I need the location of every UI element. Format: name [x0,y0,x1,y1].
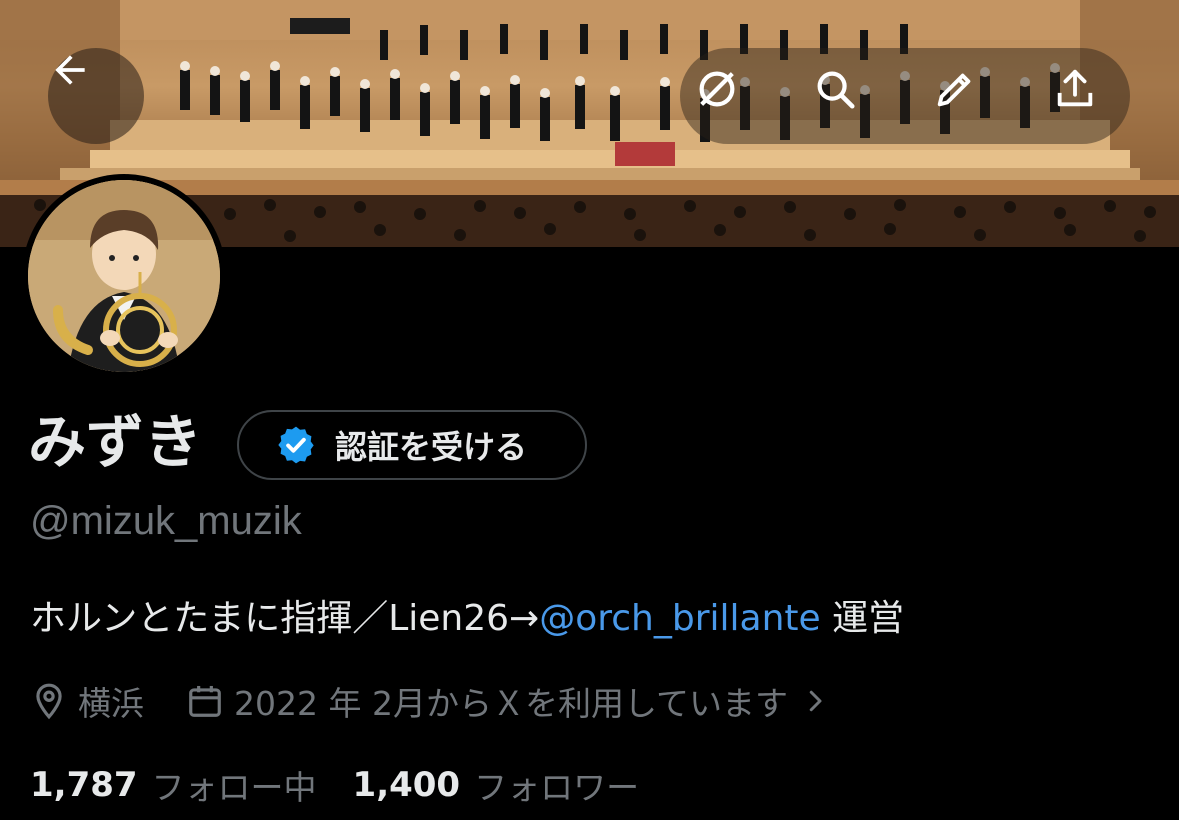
arrow-left-icon [55,55,85,85]
verified-badge-icon [278,426,314,464]
grok-button[interactable] [694,66,754,126]
profile-meta: 横浜 2022 年 2月からＸを利用しています [30,676,830,726]
profile-page: みずき 認証を受ける @mizuk_muzik ホルンとたまに指揮／Lien26… [0,0,1179,820]
location-item: 横浜 [30,677,144,725]
edit-icon [937,73,971,107]
avatar-illustration [28,180,220,372]
get-verified-button[interactable]: 認証を受ける [237,410,587,480]
follow-stats: 1,787 フォロー中 1,400 フォロワー [30,760,639,810]
search-button[interactable] [812,66,872,126]
following-stat[interactable]: 1,787 フォロー中 [30,761,317,809]
followers-label: フォロワー [474,768,640,807]
profile-bio: ホルンとたまに指揮／Lien26→@orch_brillante 運営 [30,595,904,643]
get-verified-label: 認証を受ける [335,428,528,466]
back-button[interactable] [48,48,144,144]
edit-button[interactable] [932,66,992,126]
followers-count: 1,400 [352,765,461,805]
user-handle: @mizuk_muzik [30,499,302,543]
location-text: 横浜 [78,684,144,723]
following-label: フォロー中 [151,768,317,807]
share-button[interactable] [1052,66,1112,126]
search-icon [817,71,855,109]
grok-icon [699,71,735,107]
calendar-icon [189,685,221,717]
joined-item[interactable]: 2022 年 2月からＸを利用しています [186,677,830,725]
display-name: みずき [28,408,203,476]
share-icon [1057,69,1093,107]
following-count: 1,787 [30,765,138,805]
chevron-right-icon [809,690,822,712]
joined-text: 2022 年 2月からＸを利用しています [234,684,788,723]
avatar[interactable] [28,180,220,372]
location-pin-icon [36,683,62,720]
bio-suffix: 運営 [820,598,905,639]
bio-mention-link[interactable]: @orch_brillante [539,598,820,639]
followers-stat[interactable]: 1,400 フォロワー [353,761,640,809]
bio-text: ホルンとたまに指揮／Lien26→ [30,598,540,639]
avatar-border [22,174,226,378]
